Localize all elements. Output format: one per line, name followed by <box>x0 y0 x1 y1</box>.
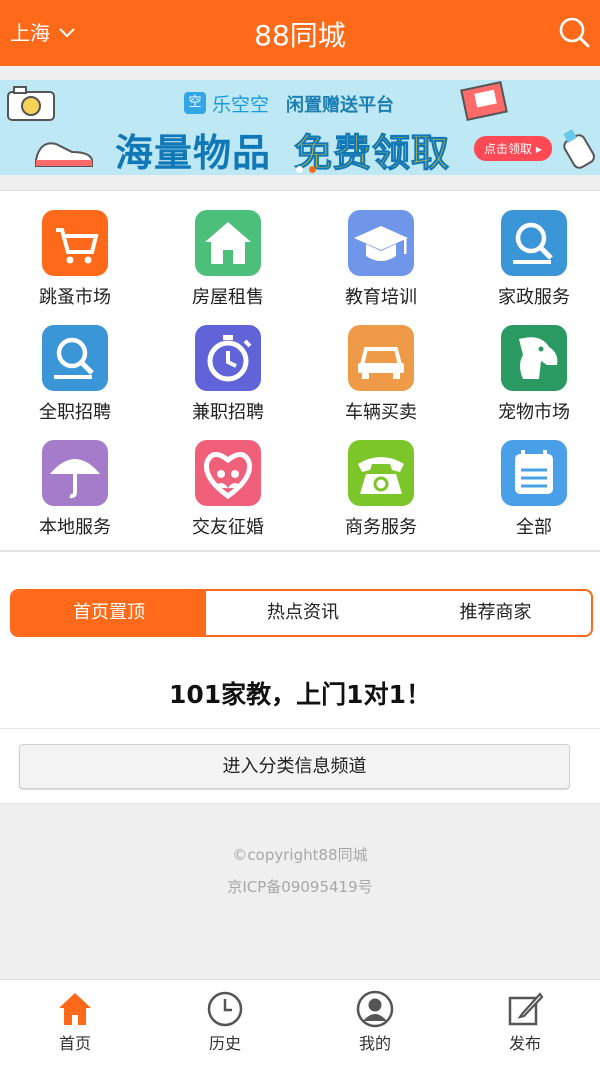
telephone-icon <box>348 440 414 506</box>
category-label: 全职招聘 <box>39 402 111 423</box>
category-item[interactable]: 全部 <box>459 422 600 538</box>
tab-top-listings[interactable]: 首页置顶 <box>12 591 206 635</box>
category-label: 兼职招聘 <box>192 402 264 423</box>
category-item[interactable]: 车辆买卖 <box>306 307 456 423</box>
divider <box>0 550 600 552</box>
promo-banner[interactable]: 空 乐空空 闲置赠送平台 海量物品 免费领取 点击领取 ▸ <box>0 80 600 175</box>
umbrella-icon <box>42 440 108 506</box>
category-item[interactable]: 家政服务 <box>459 192 600 308</box>
category-item[interactable]: 教育培训 <box>306 192 456 308</box>
category-label: 宠物市场 <box>498 402 570 423</box>
banner-cta-button[interactable]: 点击领取 ▸ <box>474 136 552 161</box>
category-label: 全部 <box>516 517 552 538</box>
divider <box>0 728 600 729</box>
category-label: 车辆买卖 <box>345 402 417 423</box>
category-label: 本地服务 <box>39 517 111 538</box>
nav-label: 我的 <box>358 1034 391 1053</box>
bottle-illustration <box>563 129 595 169</box>
category-item[interactable]: 宠物市场 <box>459 307 600 423</box>
car-icon <box>348 325 414 391</box>
camera-illustration <box>7 86 55 121</box>
search-icon[interactable] <box>558 16 590 48</box>
category-grid: 跳蚤市场 房屋租售 教育培训 家政服务全职招聘 兼职招聘 车辆买卖 宠物市场本地服务 交友征婚… <box>0 192 600 550</box>
graduation-cap-icon <box>348 210 414 276</box>
category-item[interactable]: 兼职招聘 <box>153 307 303 423</box>
footer: ©copyright88同城 京ICP备09095419号 <box>0 803 600 979</box>
nav-history[interactable]: 历史 <box>150 980 300 1067</box>
nav-label: 历史 <box>208 1034 241 1053</box>
house-icon <box>195 210 261 276</box>
banner-brand: 乐空空 <box>212 94 270 116</box>
bag-illustration <box>460 80 508 122</box>
app-title: 88同城 <box>254 19 346 52</box>
enter-category-channel-button[interactable]: 进入分类信息频道 <box>19 744 570 789</box>
cart-icon <box>42 210 108 276</box>
category-label: 交友征婚 <box>192 517 264 538</box>
promo-headline[interactable]: 101家教，上门1对1！ <box>0 675 600 711</box>
sneaker-illustration <box>35 142 93 167</box>
category-label: 家政服务 <box>498 287 570 308</box>
top-bar: 上海 88同城 <box>0 0 600 66</box>
category-item[interactable]: 跳蚤市场 <box>0 192 150 308</box>
icp-number: 京ICP备09095419号 <box>227 878 373 896</box>
edit-icon <box>508 992 544 1026</box>
banner-headline-left: 海量物品 <box>115 131 272 175</box>
clock-icon <box>207 991 243 1027</box>
banner-headline-right: 免费领取 <box>293 131 451 176</box>
spacer <box>0 175 600 191</box>
carousel-dot[interactable] <box>296 166 303 173</box>
category-label: 跳蚤市场 <box>39 287 111 308</box>
bottom-nav: 首页 历史 我的 发布 <box>0 979 600 1067</box>
spacer <box>0 66 600 80</box>
user-icon <box>356 990 394 1028</box>
heart-icon <box>195 440 261 506</box>
category-label: 房屋租售 <box>192 287 264 308</box>
nav-mine[interactable]: 我的 <box>300 980 450 1067</box>
banner-slogan: 闲置赠送平台 <box>286 95 394 116</box>
dog-icon <box>501 325 567 391</box>
copyright-text: ©copyright88同城 <box>232 846 368 864</box>
tab-hot-news[interactable]: 热点资讯 <box>206 591 400 635</box>
home-icon <box>59 993 91 1025</box>
category-item[interactable]: 交友征婚 <box>153 422 303 538</box>
stopwatch-icon <box>195 325 261 391</box>
nav-label: 首页 <box>58 1034 91 1053</box>
magnifier-icon <box>501 210 567 276</box>
carousel-dot-active[interactable] <box>309 166 316 173</box>
category-item[interactable]: 商务服务 <box>306 422 456 538</box>
category-item[interactable]: 房屋租售 <box>153 192 303 308</box>
nav-home[interactable]: 首页 <box>0 980 150 1067</box>
category-label: 教育培训 <box>345 287 417 308</box>
carousel-dots[interactable] <box>296 166 316 173</box>
category-label: 商务服务 <box>345 517 417 538</box>
nav-label: 发布 <box>508 1034 541 1053</box>
content-tabs: 首页置顶 热点资讯 推荐商家 <box>10 589 593 637</box>
category-item[interactable]: 全职招聘 <box>0 307 150 423</box>
category-item[interactable]: 本地服务 <box>0 422 150 538</box>
calendar-list-icon <box>501 440 567 506</box>
nav-publish[interactable]: 发布 <box>450 980 600 1067</box>
tab-recommended-merchants[interactable]: 推荐商家 <box>400 591 591 635</box>
brand-logo: 空 <box>184 92 206 114</box>
magnifier-icon <box>42 325 108 391</box>
